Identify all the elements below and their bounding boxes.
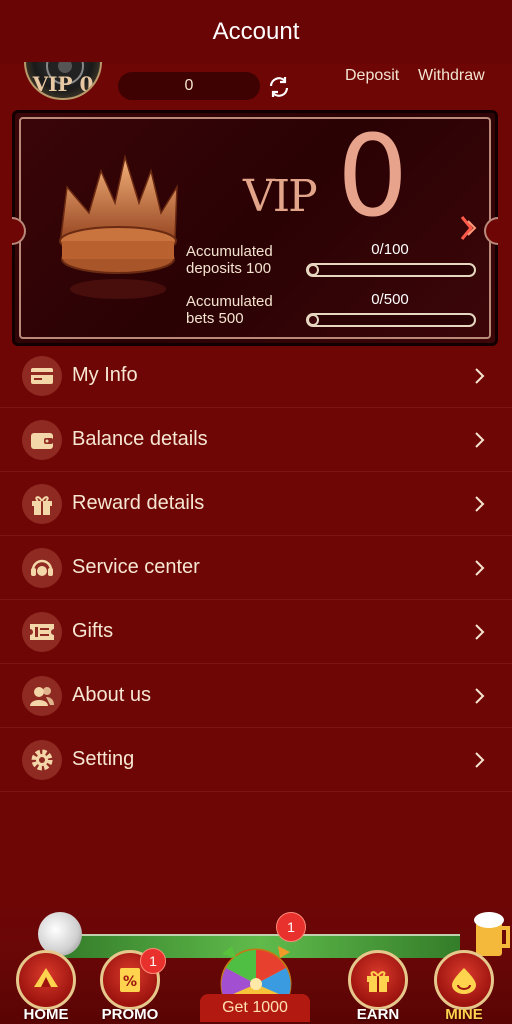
nav-earn-label: EARN (356, 1006, 400, 1023)
menu-label: Service center (72, 556, 200, 578)
bets-label: Accumulated bets 500 (186, 293, 273, 327)
chevron-right-icon (475, 624, 485, 640)
menu-item-about-us[interactable]: About us (0, 664, 512, 728)
menu-item-service-center[interactable]: Service center (0, 536, 512, 600)
get-reward-badge: 1 (276, 912, 306, 942)
menu-label: Balance details (72, 428, 208, 450)
nav-mine[interactable]: MINE (424, 944, 504, 1024)
menu-item-setting[interactable]: Setting (0, 728, 512, 792)
deposits-label: Accumulated deposits 100 (186, 243, 273, 277)
page-title: Account (212, 18, 300, 45)
gift-icon (348, 950, 408, 1010)
page-header: Account (0, 0, 512, 64)
nav-home-label: HOME (23, 1006, 69, 1023)
card-icon (22, 356, 62, 396)
deposits-value: 0/100 (371, 241, 409, 258)
svg-text:%: % (123, 974, 137, 990)
menu-label: About us (72, 684, 151, 706)
nav-promo-label: PROMO (101, 1006, 159, 1023)
chevron-right-icon (475, 752, 485, 768)
deposits-progress-knob (307, 264, 319, 276)
menu-item-my-info[interactable]: My Info (0, 344, 512, 408)
menu-item-gifts[interactable]: Gifts (0, 600, 512, 664)
mine-icon (434, 950, 494, 1010)
nav-mine-label: MINE (445, 1006, 483, 1023)
chevron-right-icon (475, 368, 485, 384)
gear-icon (22, 740, 62, 780)
chevron-right-icon (475, 688, 485, 704)
menu-item-reward-details[interactable]: Reward details (0, 472, 512, 536)
nav-earn[interactable]: EARN (338, 944, 418, 1024)
withdraw-link[interactable]: Withdraw (418, 67, 485, 85)
promo-badge: 1 (140, 948, 166, 974)
bets-label-line2: bets 500 (186, 310, 244, 327)
vip-level-number: 0 (337, 112, 409, 242)
chevron-right-icon (475, 560, 485, 576)
crown-icon (59, 154, 178, 299)
bets-progress-bar (306, 313, 476, 327)
account-menu: My Info Balance details Reward details S… (0, 344, 512, 792)
get-reward-button[interactable]: Get 1000 (200, 994, 310, 1022)
bets-label-line1: Accumulated (186, 293, 273, 310)
deposits-label-line2: deposits 100 (186, 260, 272, 277)
balance-value: 0 (184, 77, 194, 94)
menu-label: Gifts (72, 620, 114, 642)
balance-display: 0 (118, 72, 260, 100)
nav-home[interactable]: HOME (6, 944, 86, 1024)
menu-label: Setting (72, 748, 135, 770)
menu-item-balance-details[interactable]: Balance details (0, 408, 512, 472)
deposits-progress-bar (306, 263, 476, 277)
nav-promo[interactable]: % 1 PROMO (90, 944, 170, 1024)
avatar-vip-level: VIP 0 (32, 72, 94, 96)
home-icon (16, 950, 76, 1010)
chevron-right-icon (475, 496, 485, 512)
deposits-label-line1: Accumulated (186, 243, 273, 260)
ticket-icon (22, 612, 62, 652)
get-reward-label: Get 1000 (222, 999, 288, 1016)
gift-box-icon (22, 484, 62, 524)
next-level-arrow-icon[interactable] (459, 213, 479, 243)
headset-icon (22, 548, 62, 588)
bets-value: 0/500 (371, 291, 409, 308)
vip-progress-card: VIP 0 Accumulated deposits 100 0/100 Acc… (12, 110, 498, 346)
people-icon (22, 676, 62, 716)
vip-label: VIP (243, 171, 318, 222)
menu-label: My Info (72, 364, 138, 386)
refresh-icon[interactable] (266, 74, 292, 100)
deposit-link[interactable]: Deposit (345, 67, 399, 85)
account-topbar: VIP 0 0 Deposit Withdraw (0, 62, 512, 108)
chevron-right-icon (475, 432, 485, 448)
bets-progress-knob (307, 314, 319, 326)
menu-label: Reward details (72, 492, 205, 514)
vip-avatar[interactable]: VIP 0 (24, 62, 102, 100)
wallet-icon (22, 420, 62, 460)
